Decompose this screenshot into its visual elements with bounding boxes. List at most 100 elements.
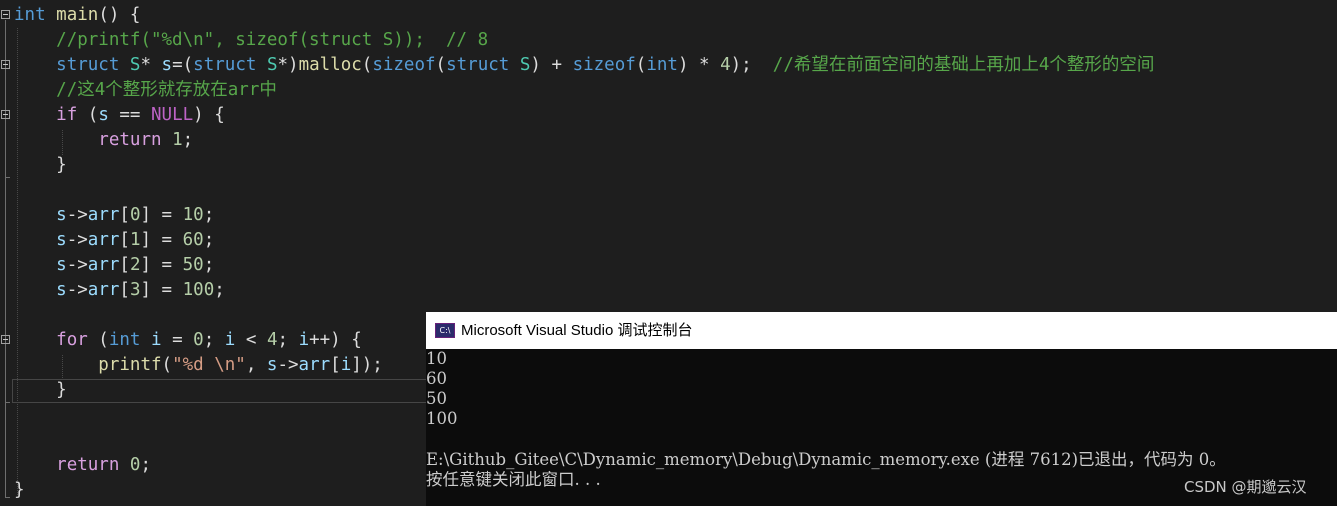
code-line[interactable]: printf("%d \n", s->arr[i]); bbox=[14, 353, 383, 378]
code-line[interactable]: for (int i = 0; i < 4; i++) { bbox=[14, 328, 362, 353]
code-line[interactable]: //这4个整形就存放在arr中 bbox=[14, 78, 277, 103]
code-token: 2 bbox=[129, 255, 141, 275]
code-token: return bbox=[98, 130, 162, 150]
code-token: i bbox=[340, 355, 352, 375]
code-token: //希望在前面空间的基础上再加上4个整形的空间 bbox=[772, 55, 1155, 75]
code-token: 0 bbox=[193, 330, 204, 350]
fold-toggle-comment[interactable] bbox=[1, 60, 10, 69]
code-token: [ bbox=[119, 230, 130, 250]
csdn-watermark: CSDN @期邈云汉 bbox=[1184, 478, 1307, 496]
console-exit-message: E:\Github_Gitee\C\Dynamic_memory\Debug\D… bbox=[426, 450, 1226, 469]
code-token: main bbox=[56, 5, 99, 25]
code-token: == bbox=[108, 105, 152, 125]
code-token: ; bbox=[277, 330, 299, 350]
code-token: ) * bbox=[677, 55, 721, 75]
code-token: //printf("%d\n", sizeof(struct S)); // 8 bbox=[56, 30, 489, 50]
code-token: } bbox=[56, 155, 67, 175]
code-line[interactable]: if (s == NULL) { bbox=[14, 103, 225, 128]
code-token: ] = bbox=[140, 230, 183, 250]
code-token: [ bbox=[330, 355, 341, 375]
fold-line-for bbox=[5, 345, 6, 402]
code-token: i bbox=[151, 330, 162, 350]
code-token: s bbox=[56, 255, 67, 275]
code-token: malloc bbox=[298, 55, 362, 75]
code-token: int bbox=[14, 5, 46, 25]
code-token: -> bbox=[66, 255, 88, 275]
code-token: ++) { bbox=[309, 330, 362, 350]
current-line-highlight bbox=[12, 379, 442, 403]
code-token: //这4个整形就存放在arr中 bbox=[56, 80, 277, 100]
code-token: s bbox=[56, 230, 67, 250]
code-token: } bbox=[56, 380, 67, 400]
code-token: ; bbox=[203, 230, 215, 250]
code-line[interactable]: struct S* s=(struct S*)malloc(sizeof(str… bbox=[14, 53, 1154, 78]
code-token: sizeof bbox=[572, 55, 636, 75]
code-token: s bbox=[266, 355, 278, 375]
console-titlebar[interactable]: C:\ Microsoft Visual Studio 调试控制台 bbox=[426, 312, 1337, 349]
code-token: S bbox=[519, 55, 531, 75]
code-token: s bbox=[161, 55, 173, 75]
code-token: printf bbox=[98, 355, 162, 375]
code-line[interactable]: s->arr[0] = 10; bbox=[14, 203, 214, 228]
code-line[interactable]: int main() { bbox=[14, 3, 140, 28]
code-token: 0 bbox=[129, 455, 141, 475]
fold-toggle-if[interactable] bbox=[1, 110, 10, 119]
code-line[interactable]: } bbox=[14, 378, 67, 403]
code-line[interactable]: //printf("%d\n", sizeof(struct S)); // 8 bbox=[14, 28, 488, 53]
code-token: for bbox=[56, 330, 88, 350]
code-token: if bbox=[56, 105, 78, 125]
fold-line-if bbox=[5, 120, 6, 177]
code-token: sizeof bbox=[372, 55, 436, 75]
code-line[interactable]: return 1; bbox=[14, 128, 193, 153]
code-token: ( bbox=[87, 330, 109, 350]
code-token: -> bbox=[66, 230, 88, 250]
code-token: ); bbox=[730, 55, 773, 75]
code-line[interactable]: s->arr[2] = 50; bbox=[14, 253, 214, 278]
code-token: struct bbox=[446, 55, 510, 75]
code-token: =( bbox=[172, 55, 194, 75]
code-token: ]); bbox=[351, 355, 383, 375]
code-token: ; bbox=[182, 130, 194, 150]
code-token: ; bbox=[203, 330, 225, 350]
code-token: 0 bbox=[129, 205, 141, 225]
code-token: arr bbox=[87, 255, 120, 275]
code-token: ] = bbox=[140, 280, 183, 300]
fold-toggle-for[interactable] bbox=[1, 335, 10, 344]
code-token: ] = bbox=[140, 255, 183, 275]
code-token: 1 bbox=[172, 130, 183, 150]
code-token: ; bbox=[203, 205, 215, 225]
code-token: , bbox=[245, 355, 267, 375]
code-line[interactable]: s->arr[3] = 100; bbox=[14, 278, 225, 303]
code-token: struct bbox=[56, 55, 120, 75]
code-line[interactable]: } bbox=[14, 153, 67, 178]
code-line[interactable]: s->arr[1] = 60; bbox=[14, 228, 214, 253]
code-token: int bbox=[646, 55, 678, 75]
code-token: ] = bbox=[140, 205, 183, 225]
code-token: () { bbox=[98, 5, 141, 25]
code-token: 1 bbox=[129, 230, 141, 250]
code-token: 4 bbox=[266, 330, 278, 350]
fold-end-main bbox=[5, 497, 10, 498]
code-token: * bbox=[140, 55, 162, 75]
code-token: ; bbox=[140, 455, 152, 475]
code-line[interactable]: } bbox=[14, 478, 25, 503]
code-token: ) { bbox=[193, 105, 225, 125]
code-token: ; bbox=[214, 280, 225, 300]
code-line[interactable]: return 0; bbox=[14, 453, 151, 478]
code-token: [ bbox=[119, 280, 130, 300]
outline-gutter bbox=[0, 0, 12, 506]
code-token: -> bbox=[277, 355, 299, 375]
code-token: < bbox=[235, 330, 267, 350]
code-token: 50 bbox=[182, 255, 204, 275]
fold-end-if bbox=[5, 177, 10, 178]
console-output-line: 100 bbox=[426, 409, 458, 428]
code-token: [ bbox=[119, 255, 130, 275]
code-token: } bbox=[14, 480, 25, 500]
fold-toggle-main[interactable] bbox=[1, 10, 10, 19]
code-token: = bbox=[161, 330, 194, 350]
code-token: ( bbox=[635, 55, 647, 75]
